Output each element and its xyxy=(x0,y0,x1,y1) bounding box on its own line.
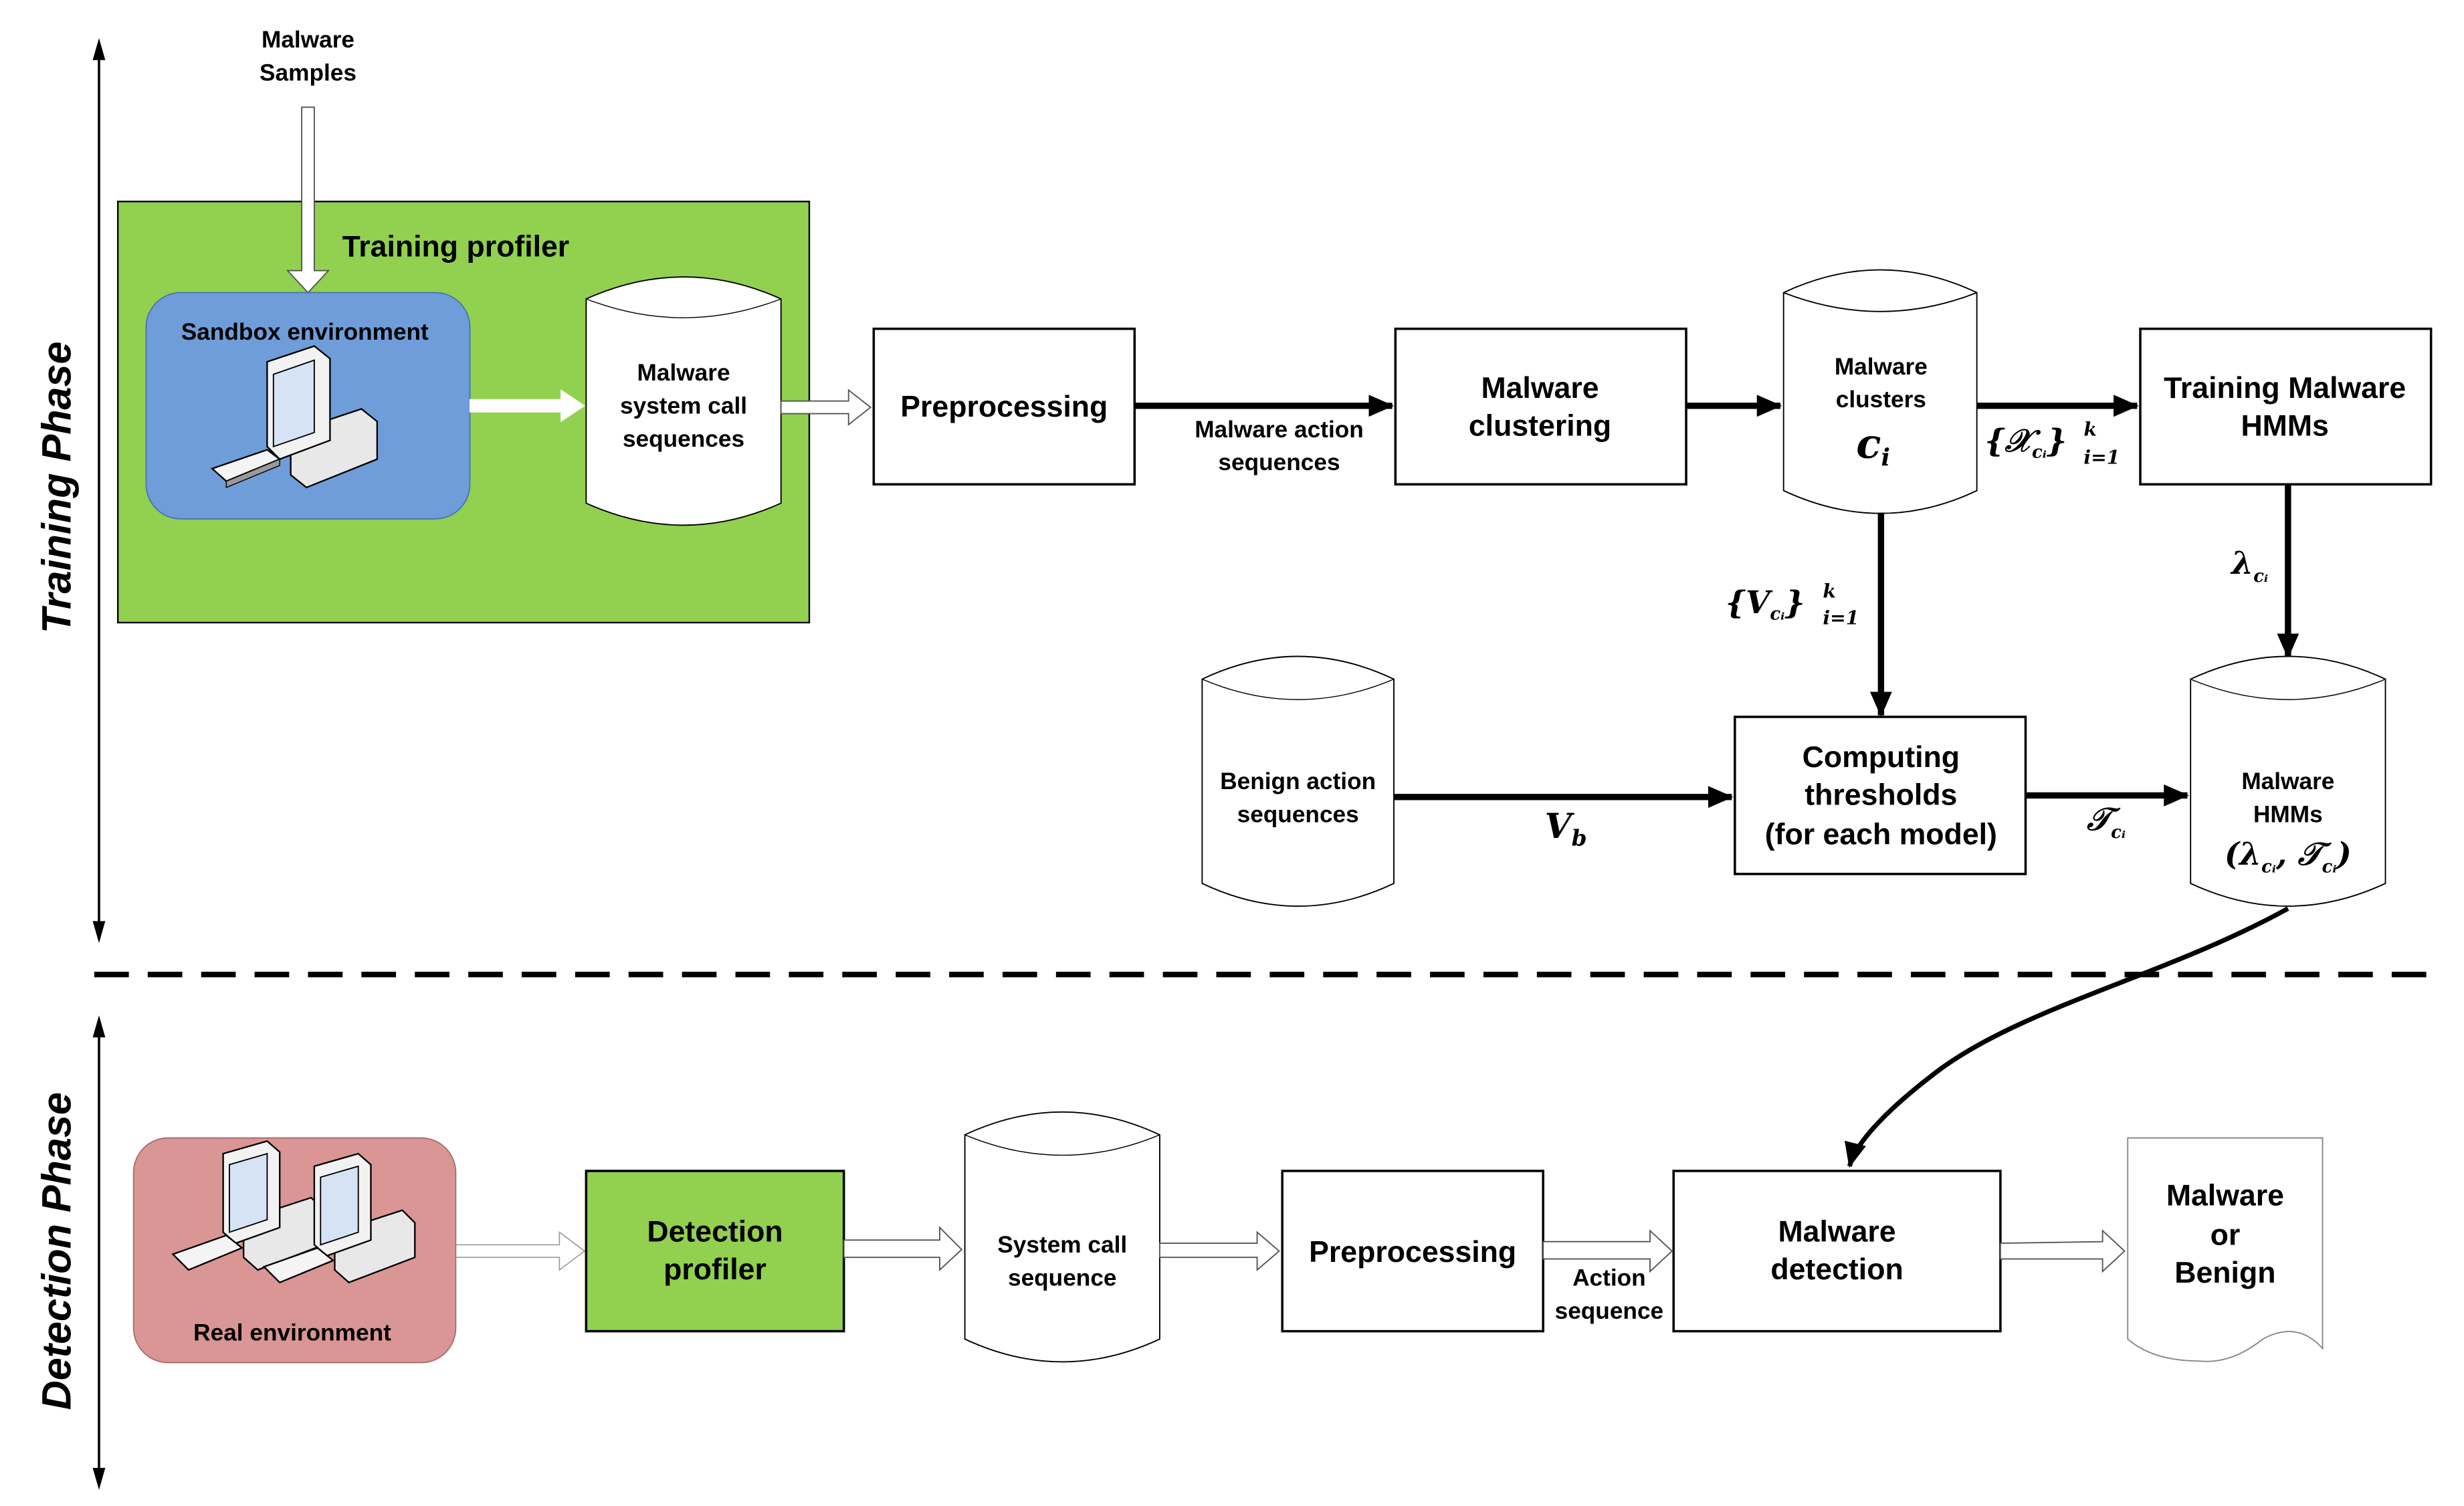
malware-detection-diagram: Training Phase Detection Phase Malware S… xyxy=(34,27,2436,1490)
real-env-to-profiler-arrow xyxy=(455,1230,586,1271)
x-set-label: {𝒳cᵢ} xyxy=(1984,423,2067,462)
training-hmm-label-2: HMMs xyxy=(2241,409,2328,442)
detection-profiler-label-1: Detection xyxy=(647,1216,783,1249)
output-label-2: or xyxy=(2211,1218,2241,1251)
detection-profiler-box xyxy=(585,1170,845,1333)
action-sequence-label-1: Action xyxy=(1572,1265,1646,1291)
output-label-1: Malware xyxy=(2166,1180,2284,1212)
malware-clustering-label-2: clustering xyxy=(1469,409,1611,442)
malware-syscall-store-label-3: sequences xyxy=(623,426,744,452)
malware-clusters-label-1: Malware xyxy=(1835,354,1928,380)
x-set-sup: k xyxy=(2083,418,2097,440)
malware-action-sequences-label-1: Malware action xyxy=(1195,417,1364,443)
training-hmm-box xyxy=(2139,327,2433,486)
training-preprocessing-label: Preprocessing xyxy=(900,391,1108,423)
malware-samples-label-1: Malware xyxy=(262,27,354,53)
computing-thresholds-label-3: (for each model) xyxy=(1765,818,1997,851)
system-call-sequence-label-2: sequence xyxy=(1008,1265,1117,1291)
malware-action-sequences-label-2: sequences xyxy=(1218,449,1340,475)
detection-phase-axis xyxy=(92,1015,106,1490)
malware-hmm-store-label-2: HMMs xyxy=(2253,801,2323,827)
hmm-store-to-detection-arrow xyxy=(1844,906,2289,1168)
detection-phase-label: Detection Phase xyxy=(34,1092,80,1410)
malware-syscall-store-label-1: Malware xyxy=(637,360,730,386)
detection-to-output-arrow xyxy=(1999,1229,2126,1273)
malware-samples-label-2: Samples xyxy=(260,60,356,86)
malware-detection-label-1: Malware xyxy=(1778,1216,1895,1249)
action-sequence-label-2: sequence xyxy=(1555,1298,1664,1324)
tau-label: 𝒯cᵢ xyxy=(2086,801,2126,843)
v-set-sup: k xyxy=(1823,580,1836,602)
lambda-label: λcᵢ xyxy=(2230,545,2268,586)
profiler-to-syscall-arrow xyxy=(843,1226,963,1272)
training-phase-label: Training Phase xyxy=(34,342,80,634)
training-hmm-label-1: Training Malware xyxy=(2164,372,2406,405)
malware-syscall-store-label-2: system call xyxy=(620,393,747,419)
training-phase-axis xyxy=(92,37,106,944)
detection-profiler-label-2: profiler xyxy=(663,1253,766,1286)
malware-clustering-box xyxy=(1394,327,1687,486)
v-set-label: {Vcᵢ} xyxy=(1726,584,1805,624)
output-label-3: Benign xyxy=(2174,1257,2275,1289)
malware-hmm-store-label-1: Malware xyxy=(2241,768,2334,794)
benign-action-label-2: sequences xyxy=(1237,801,1359,827)
syscall-to-preprocessing-arrow xyxy=(1158,1230,1280,1272)
malware-clustering-label-1: Malware xyxy=(1481,372,1599,405)
training-profiler-title: Training profiler xyxy=(342,231,570,263)
vb-label: Vb xyxy=(1545,806,1587,851)
malware-detection-box xyxy=(1672,1170,2002,1333)
malware-clusters-label-2: clusters xyxy=(1836,387,1926,413)
malware-detection-label-2: detection xyxy=(1770,1253,1903,1286)
x-set-range: i=1 xyxy=(2083,447,2120,469)
computing-thresholds-label-1: Computing xyxy=(1803,741,1960,774)
benign-action-label-1: Benign action xyxy=(1220,768,1376,794)
computing-thresholds-label-2: thresholds xyxy=(1805,779,1957,812)
detection-preprocessing-label: Preprocessing xyxy=(1309,1236,1516,1269)
sandbox-environment-label: Sandbox environment xyxy=(181,319,429,345)
system-call-sequence-label-1: System call xyxy=(997,1232,1127,1258)
v-set-range: i=1 xyxy=(1823,607,1859,629)
real-environment-label: Real environment xyxy=(193,1320,391,1346)
